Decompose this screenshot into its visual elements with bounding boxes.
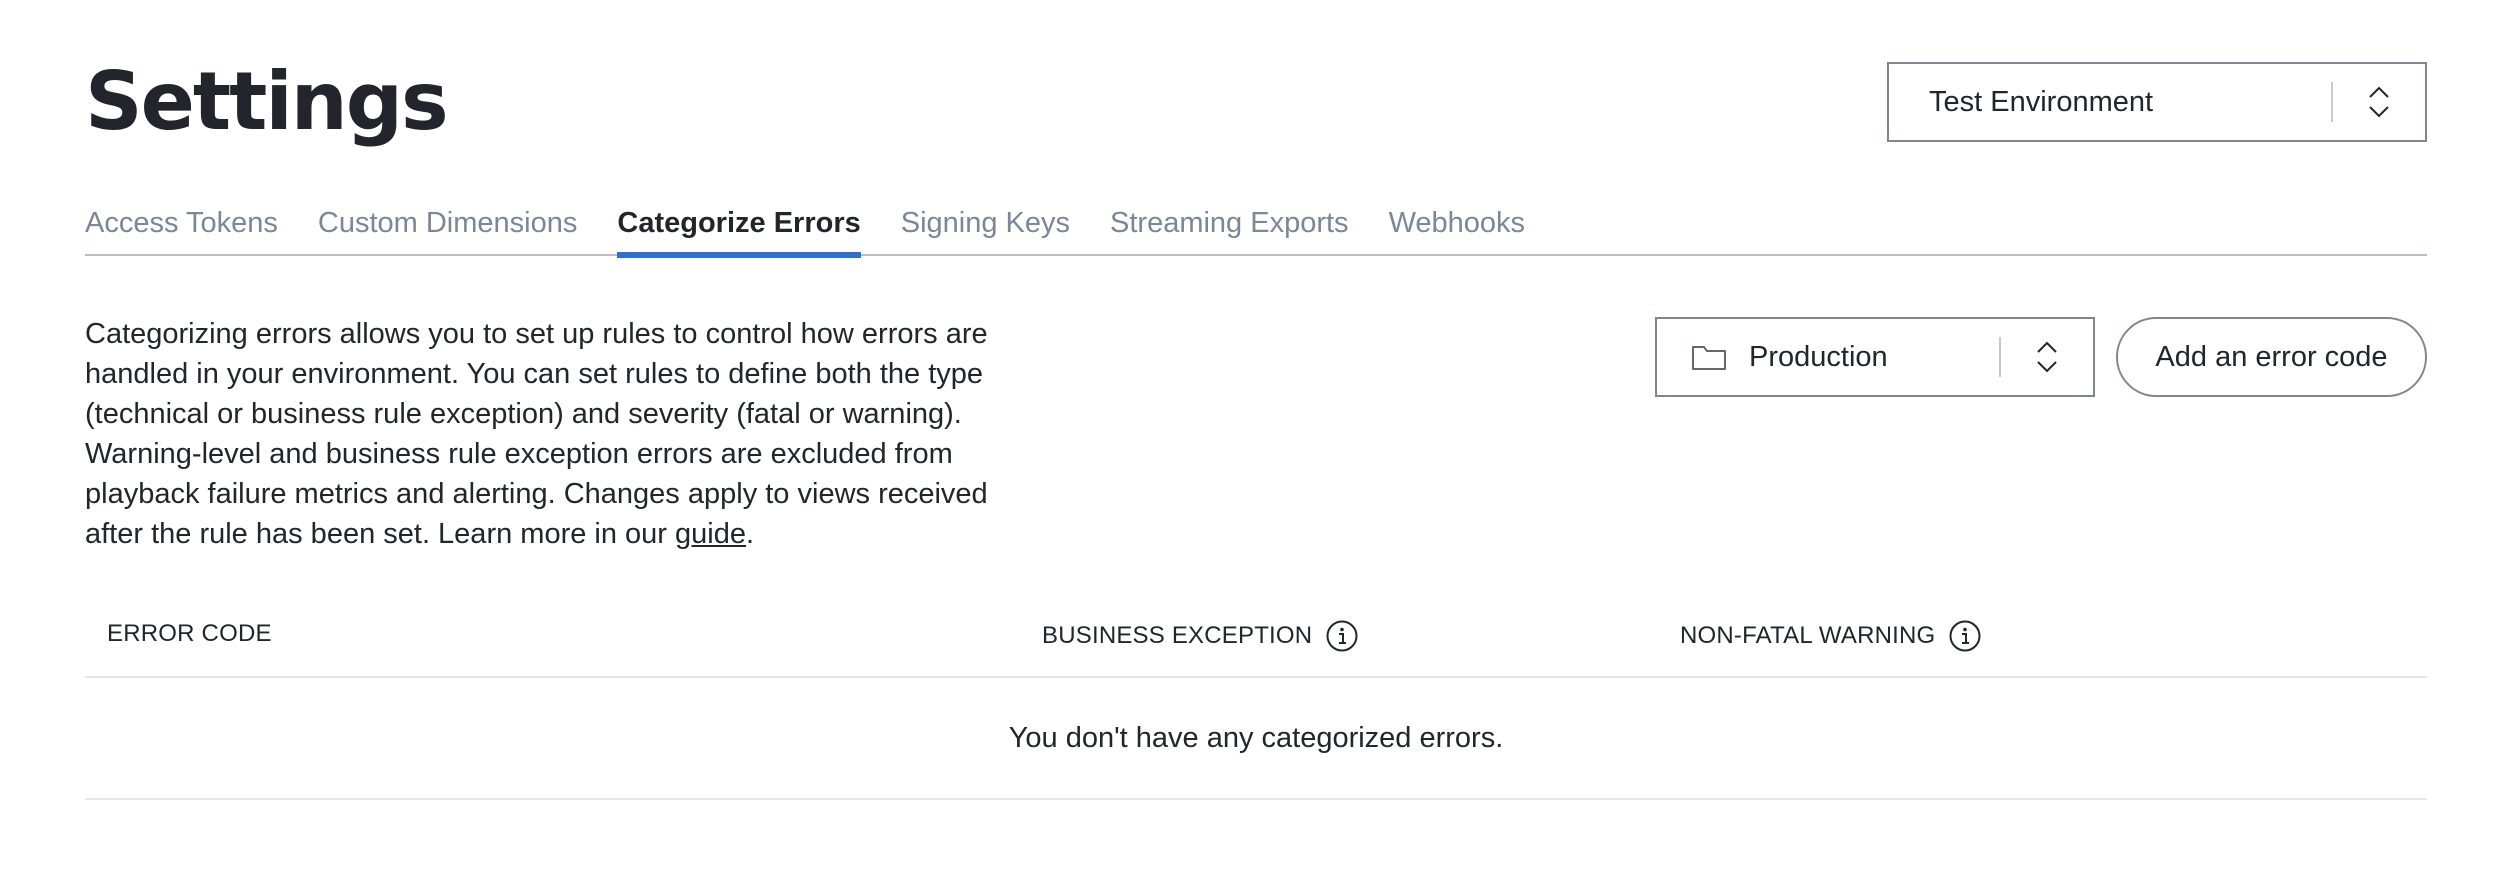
chevron-up-down-icon xyxy=(2001,319,2093,395)
settings-page: Settings Test Environment Access Tokens … xyxy=(0,0,2508,872)
description-text: Categorizing errors allows you to set up… xyxy=(85,318,988,550)
tab-streaming-exports[interactable]: Streaming Exports xyxy=(1110,200,1349,256)
tab-access-tokens[interactable]: Access Tokens xyxy=(85,200,278,256)
empty-state-row: You don't have any categorized errors. xyxy=(85,678,2427,800)
tab-categorize-errors[interactable]: Categorize Errors xyxy=(617,200,862,258)
chevron-up-down-icon xyxy=(2333,64,2425,140)
folder-icon xyxy=(1691,343,1727,371)
tab-signing-keys[interactable]: Signing Keys xyxy=(901,200,1070,256)
description-suffix: . xyxy=(745,518,755,550)
project-select-value: Production xyxy=(1749,340,1888,373)
column-header-label: BUSINESS EXCEPTION xyxy=(1042,622,1313,649)
categorize-errors-description: Categorizing errors allows you to set up… xyxy=(85,314,1005,554)
tab-custom-dimensions[interactable]: Custom Dimensions xyxy=(318,200,577,256)
environment-select-value: Test Environment xyxy=(1929,85,2154,118)
table-header: ERROR CODE BUSINESS EXCEPTION NON-FATAL … xyxy=(85,610,2427,678)
column-header-non-fatal-warning[interactable]: NON-FATAL WARNING xyxy=(1680,620,1981,652)
column-header-label: ERROR CODE xyxy=(107,620,272,647)
column-header-label: NON-FATAL WARNING xyxy=(1680,622,1936,649)
info-icon[interactable] xyxy=(1326,620,1358,652)
column-header-business-exception[interactable]: BUSINESS EXCEPTION xyxy=(1042,620,1358,652)
settings-tabs: Access Tokens Custom Dimensions Categori… xyxy=(85,200,2427,258)
column-header-error-code[interactable]: ERROR CODE xyxy=(107,620,272,648)
info-icon[interactable] xyxy=(1949,620,1981,652)
environment-select[interactable]: Test Environment xyxy=(1887,62,2427,142)
empty-state-message: You don't have any categorized errors. xyxy=(1008,721,1504,754)
tab-webhooks[interactable]: Webhooks xyxy=(1389,200,1526,256)
page-title: Settings xyxy=(85,55,449,148)
guide-link[interactable]: guide xyxy=(675,518,746,550)
project-select[interactable]: Production xyxy=(1655,317,2095,397)
add-error-code-button[interactable]: Add an error code xyxy=(2116,317,2427,397)
